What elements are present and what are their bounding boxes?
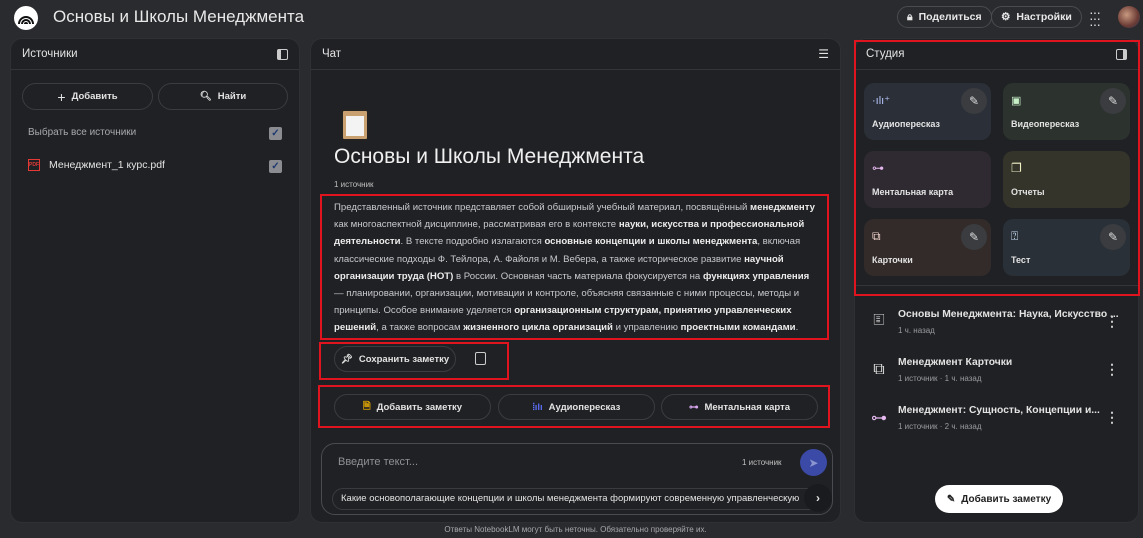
share-label: Поделиться (918, 11, 982, 23)
pdf-icon: PDF (28, 159, 40, 171)
source-checkbox[interactable]: ✓ (269, 160, 282, 173)
summary-text: , а также вопросам (376, 322, 464, 334)
summary-highlight: жизненного цикла организаций (463, 322, 613, 334)
more-options-icon[interactable]: ⋮ (1105, 409, 1119, 426)
chat-title: Чат (322, 48, 342, 60)
settings-label: Настройки (1016, 11, 1072, 23)
notebook-title[interactable]: Основы и Школы Менеджмента (53, 7, 304, 27)
avatar[interactable] (1118, 6, 1140, 28)
chat-panel: Чат ☰ Основы и Школы Менеджмента 1 источн… (310, 38, 841, 523)
clipboard-emoji-icon (341, 109, 369, 141)
mind-map-icon: ⊶ (688, 401, 699, 413)
search-sparkle-icon: 🔍︎ (199, 91, 212, 102)
note-icon: 🗎 (362, 401, 371, 412)
annotation-box (854, 40, 1140, 296)
pencil-icon: ✎ (946, 493, 956, 505)
chat-header: Чат ☰ (311, 39, 840, 70)
notebook-heading: Основы и Школы Менеджмента (334, 145, 645, 168)
apps-grid-icon[interactable]: ··· ··· ··· (1089, 5, 1101, 31)
add-note-label: Добавить заметку (961, 493, 1052, 505)
summary-text: в России. Основная часть материала фокус… (453, 270, 703, 282)
save-note-label: Сохранить заметку (358, 353, 450, 365)
audio-overview-action-button[interactable]: ⦙ılı Аудиопересказ (498, 394, 655, 420)
chevron-right-icon: › (816, 491, 820, 505)
summary-text: . В тексте подробно излагаются (400, 236, 545, 248)
pin-icon: 📌︎ (340, 353, 353, 365)
sources-panel: Источники + Добавить 🔍︎ Найти Выбрать все … (10, 38, 300, 523)
item-meta: 1 ч. назад (898, 326, 935, 335)
add-note-button[interactable]: ✎ Добавить заметку (935, 485, 1063, 513)
action-label: Аудиопересказ (548, 401, 621, 413)
studio-list-item[interactable]: ⧉ Менеджмент Карточки 1 источник · 1 ч. на… (855, 353, 1139, 403)
item-title: Менеджмент Карточки (898, 357, 1013, 368)
select-all-checkbox[interactable]: ✓ (269, 127, 282, 140)
summary-highlight: менеджменту (750, 202, 815, 213)
input-source-count: 1 источник (742, 458, 782, 467)
collapse-panel-icon[interactable] (277, 48, 288, 60)
find-sources-button[interactable]: 🔍︎ Найти (158, 83, 288, 110)
add-note-action-button[interactable]: 🗎 Добавить заметку (334, 394, 491, 420)
disclaimer: Ответы NotebookLM могут быть неточны. Об… (444, 525, 707, 534)
top-bar: Основы и Школы Менеджмента 🔒︎ Поделиться … (0, 0, 1143, 36)
source-count: 1 источник (334, 180, 374, 189)
more-options-icon[interactable]: ⋮ (1105, 361, 1119, 378)
chat-input[interactable]: Введите текст... (338, 456, 418, 468)
more-options-icon[interactable]: ⋮ (1105, 313, 1119, 330)
summary-text: как многоаспектной дисциплине, рассматри… (334, 219, 619, 231)
select-all-label: Выбрать все источники (28, 127, 137, 138)
mind-map-action-button[interactable]: ⊶ Ментальная карта (661, 394, 818, 420)
chat-input-box: Введите текст... 1 источник ➤ Какие осно… (321, 443, 833, 515)
summary-text: . (795, 322, 799, 334)
item-meta: 1 источник · 2 ч. назад (898, 422, 982, 431)
summary-highlight: проектными командами (680, 322, 796, 334)
add-source-button[interactable]: + Добавить (22, 83, 153, 110)
copy-icon[interactable] (475, 352, 486, 365)
send-button[interactable]: ➤ (800, 449, 827, 476)
sources-title: Источники (22, 48, 78, 60)
item-title: Основы Менеджмента: Наука, Искусство ... (898, 309, 1119, 320)
summary-text: и управлению (612, 322, 681, 334)
summary-text: Представленный источник представляет соб… (334, 202, 751, 213)
item-title: Менеджмент: Сущность, Концепции и... (898, 405, 1100, 416)
summary-highlight: функциях управления (702, 270, 810, 282)
tune-settings-icon[interactable]: ☰ (818, 47, 829, 61)
plus-icon: + (57, 88, 66, 105)
next-suggestion-button[interactable]: › (804, 484, 832, 512)
gear-icon: ⚙ (1001, 11, 1011, 23)
share-button[interactable]: 🔒︎ Поделиться (897, 6, 992, 28)
notebook-summary: Представленный источник представляет соб… (334, 199, 818, 337)
find-label: Найти (217, 91, 247, 102)
sources-header: Источники (11, 39, 299, 70)
note-icon: 🗉 (873, 311, 885, 329)
flashcards-icon: ⧉ (873, 361, 885, 378)
studio-list-item[interactable]: 🗉 Основы Менеджмента: Наука, Искусство ..… (855, 305, 1139, 355)
action-label: Добавить заметку (376, 401, 463, 413)
audio-waveform-icon: ⦙ılı (532, 401, 543, 413)
summary-highlight: основные концепции и школы менеджмента (544, 236, 758, 248)
source-item-name[interactable]: Менеджмент_1 курс.pdf (49, 159, 165, 171)
notebooklm-logo[interactable] (14, 6, 38, 30)
send-icon: ➤ (808, 455, 819, 470)
mind-map-icon: ⊶ (871, 410, 887, 427)
save-note-button[interactable]: 📌︎ Сохранить заметку (334, 346, 456, 372)
action-label: Ментальная карта (704, 401, 791, 413)
lock-icon: 🔒︎ (907, 10, 913, 23)
suggested-question-chip[interactable]: Какие основополагающие концепции и школы… (332, 488, 822, 510)
studio-list-item[interactable]: ⊶ Менеджмент: Сущность, Концепции и... 1 и… (855, 401, 1139, 451)
settings-button[interactable]: ⚙ Настройки (991, 6, 1082, 28)
add-label: Добавить (71, 91, 118, 102)
item-meta: 1 источник · 1 ч. назад (898, 374, 982, 383)
